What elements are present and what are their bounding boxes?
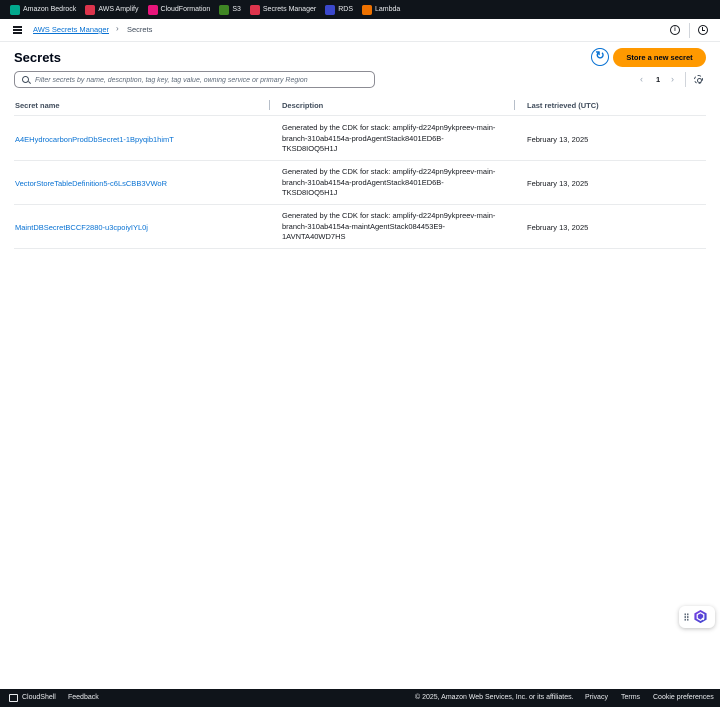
drag-handle-icon[interactable] [684, 613, 689, 621]
cloudshell-link[interactable]: CloudShell [22, 694, 56, 701]
store-new-secret-button[interactable]: Store a new secret [613, 48, 706, 67]
rds-icon [325, 4, 336, 15]
terms-link[interactable]: Terms [621, 694, 640, 701]
table-row: MaintDBSecretBCCF2880-u3cpoiyIYL0j Gener… [14, 205, 706, 249]
filter-box [14, 71, 375, 88]
bedrock-icon [10, 4, 20, 15]
last-retrieved: February 13, 2025 [527, 179, 589, 188]
divider [685, 72, 686, 87]
service-shortcut-lambda[interactable]: Lambda [361, 0, 401, 19]
service-shortcut-bedrock[interactable]: Amazon Bedrock [10, 0, 76, 19]
service-label: S3 [232, 6, 241, 13]
s3-icon [219, 4, 230, 15]
service-label: RDS [338, 6, 353, 13]
service-shortcut-amplify[interactable]: AWS Amplify [85, 0, 139, 19]
refresh-button[interactable]: ↻ [591, 48, 609, 66]
secret-description: Generated by the CDK for stack: amplify-… [282, 167, 496, 197]
secret-name-link[interactable]: VectorStoreTableDefinition5-c6LsCBB3VWoR [15, 179, 167, 188]
page-title: Secrets [14, 50, 61, 65]
cookie-preferences-link[interactable]: Cookie preferences [653, 694, 714, 701]
service-shortcut-cloudformation[interactable]: CloudFormation [147, 0, 211, 19]
service-label: CloudFormation [160, 6, 211, 13]
column-resizer[interactable] [269, 100, 270, 110]
breadcrumb-secrets-manager-link[interactable]: AWS Secrets Manager [33, 25, 109, 34]
refresh-icon: ↻ [595, 50, 605, 62]
secret-description: Generated by the CDK for stack: amplify-… [282, 123, 496, 153]
amazon-q-widget[interactable] [679, 606, 715, 628]
service-label: Lambda [374, 6, 401, 13]
secrets-manager-icon [249, 4, 260, 15]
table-header: Secret name Description Last retrieved (… [14, 95, 706, 116]
service-shortcut-bar: Amazon Bedrock AWS Amplify CloudFormatio… [0, 0, 720, 19]
filter-secrets-input[interactable] [35, 73, 370, 87]
secret-name-link[interactable]: MaintDBSecretBCCF2880-u3cpoiyIYL0j [15, 223, 148, 232]
page-number[interactable]: 1 [656, 75, 660, 84]
clock-icon[interactable] [698, 25, 708, 35]
next-page-icon[interactable]: › [671, 74, 674, 84]
secret-name-link[interactable]: A4EHydrocarbonProdDbSecret1-1Bpyqib1himT [15, 135, 174, 144]
service-label: AWS Amplify [98, 6, 139, 13]
service-shortcut-rds[interactable]: RDS [325, 0, 353, 19]
last-retrieved: February 13, 2025 [527, 135, 589, 144]
divider [689, 23, 690, 38]
breadcrumb-separator-icon: › [116, 24, 119, 33]
service-shortcut-s3[interactable]: S3 [219, 0, 241, 19]
console-footer: CloudShell Feedback © 2025, Amazon Web S… [0, 689, 720, 707]
column-header-last-retrieved[interactable]: Last retrieved (UTC) [527, 101, 599, 110]
service-shortcut-secrets-manager[interactable]: Secrets Manager [249, 0, 317, 19]
amplify-icon [85, 4, 96, 15]
previous-page-icon[interactable]: ‹ [640, 74, 643, 84]
secret-description: Generated by the CDK for stack: amplify-… [282, 211, 496, 241]
last-retrieved: February 13, 2025 [527, 223, 589, 232]
feedback-link[interactable]: Feedback [68, 694, 99, 701]
info-icon[interactable]: i [670, 25, 680, 35]
privacy-link[interactable]: Privacy [585, 694, 608, 701]
copyright-text: © 2025, Amazon Web Services, Inc. or its… [415, 694, 574, 701]
breadcrumb-bar: AWS Secrets Manager › Secrets i [0, 19, 720, 42]
amazon-q-icon[interactable] [693, 609, 708, 624]
lambda-icon [361, 4, 372, 15]
hamburger-menu-icon[interactable] [13, 26, 22, 34]
column-header-secret-name[interactable]: Secret name [15, 101, 60, 110]
column-resizer[interactable] [514, 100, 515, 110]
breadcrumb-current: Secrets [127, 25, 153, 34]
cloudformation-icon [147, 4, 158, 15]
search-icon [22, 76, 29, 83]
service-label: Amazon Bedrock [23, 6, 77, 13]
table-row: A4EHydrocarbonProdDbSecret1-1Bpyqib1himT… [14, 117, 706, 161]
table-settings-icon[interactable] [694, 75, 703, 84]
cloudshell-icon [9, 694, 18, 702]
column-header-description[interactable]: Description [282, 101, 323, 110]
table-row: VectorStoreTableDefinition5-c6LsCBB3VWoR… [14, 161, 706, 205]
service-label: Secrets Manager [262, 6, 317, 13]
